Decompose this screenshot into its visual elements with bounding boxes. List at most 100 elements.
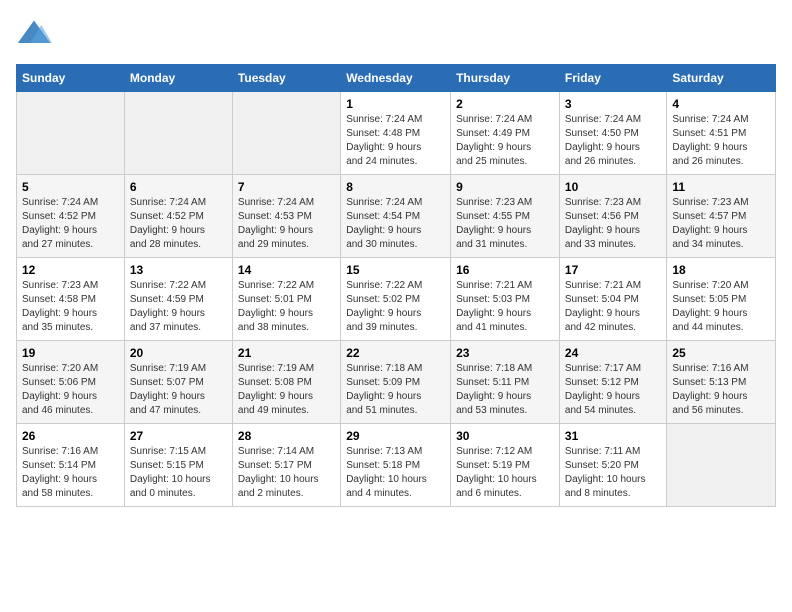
day-number: 15 — [346, 263, 445, 277]
day-number: 19 — [22, 346, 119, 360]
logo-icon — [16, 16, 52, 52]
days-header-row: SundayMondayTuesdayWednesdayThursdayFrid… — [17, 65, 776, 92]
day-number: 8 — [346, 180, 445, 194]
calendar-cell: 10 Sunrise: 7:23 AM Sunset: 4:56 PM Dayli… — [559, 175, 666, 258]
calendar-cell: 6Sunrise: 7:24 AM Sunset: 4:52 PM Daylig… — [124, 175, 232, 258]
calendar-cell: 20Sunrise: 7:19 AM Sunset: 5:07 PM Dayli… — [124, 341, 232, 424]
calendar-cell: 16Sunrise: 7:21 AM Sunset: 5:03 PM Dayli… — [451, 258, 560, 341]
day-info: Sunrise: 7:15 AM Sunset: 5:15 PM Dayligh… — [130, 445, 227, 501]
week-row-5: 26Sunrise: 7:16 AM Sunset: 5:14 PM Dayli… — [17, 424, 776, 507]
day-info: Sunrise: 7:21 AM Sunset: 5:04 PM Dayligh… — [565, 279, 661, 335]
day-info: Sunrise: 7:11 AM Sunset: 5:20 PM Dayligh… — [565, 445, 661, 501]
week-row-2: 5 Sunrise: 7:24 AM Sunset: 4:52 PM Daylig… — [17, 175, 776, 258]
day-number: 3 — [565, 97, 661, 111]
calendar-cell: 3 Sunrise: 7:24 AM Sunset: 4:50 PM Daylig… — [559, 92, 666, 175]
calendar-cell: 2 Sunrise: 7:24 AM Sunset: 4:49 PM Daylig… — [451, 92, 560, 175]
day-number: 2 — [456, 97, 554, 111]
calendar-cell: 4 Sunrise: 7:24 AM Sunset: 4:51 PM Daylig… — [667, 92, 776, 175]
day-number: 27 — [130, 429, 227, 443]
calendar-table: SundayMondayTuesdayWednesdayThursdayFrid… — [16, 64, 776, 507]
day-number: 10 — [565, 180, 661, 194]
day-number: 12 — [22, 263, 119, 277]
day-number: 23 — [456, 346, 554, 360]
day-info: Sunrise: 7:18 AM Sunset: 5:09 PM Dayligh… — [346, 362, 445, 418]
calendar-cell: 27 Sunrise: 7:15 AM Sunset: 5:15 PM Dayli… — [124, 424, 232, 507]
week-row-1: 1Sunrise: 7:24 AM Sunset: 4:48 PM Daylig… — [17, 92, 776, 175]
calendar-cell: 21Sunrise: 7:19 AM Sunset: 5:08 PM Dayli… — [232, 341, 340, 424]
day-info: Sunrise: 7:12 AM Sunset: 5:19 PM Dayligh… — [456, 445, 554, 501]
calendar-cell: 24Sunrise: 7:17 AM Sunset: 5:12 PM Dayli… — [559, 341, 666, 424]
calendar-cell — [17, 92, 125, 175]
day-info: Sunrise: 7:17 AM Sunset: 5:12 PM Dayligh… — [565, 362, 661, 418]
day-info: Sunrise: 7:13 AM Sunset: 5:18 PM Dayligh… — [346, 445, 445, 501]
day-info: Sunrise: 7:20 AM Sunset: 5:06 PM Dayligh… — [22, 362, 119, 418]
day-info: Sunrise: 7:23 AM Sunset: 4:58 PM Dayligh… — [22, 279, 119, 335]
day-number: 5 — [22, 180, 119, 194]
day-info: Sunrise: 7:24 AM Sunset: 4:53 PM Dayligh… — [238, 196, 335, 252]
calendar-cell: 25Sunrise: 7:16 AM Sunset: 5:13 PM Dayli… — [667, 341, 776, 424]
calendar-cell: 12 Sunrise: 7:23 AM Sunset: 4:58 PM Dayli… — [17, 258, 125, 341]
day-header-wednesday: Wednesday — [341, 65, 451, 92]
calendar-cell — [667, 424, 776, 507]
day-number: 1 — [346, 97, 445, 111]
calendar-cell: 18 Sunrise: 7:20 AM Sunset: 5:05 PM Dayli… — [667, 258, 776, 341]
page-header — [16, 16, 776, 52]
day-number: 30 — [456, 429, 554, 443]
day-info: Sunrise: 7:20 AM Sunset: 5:05 PM Dayligh… — [672, 279, 770, 335]
calendar-cell: 5 Sunrise: 7:24 AM Sunset: 4:52 PM Daylig… — [17, 175, 125, 258]
day-number: 25 — [672, 346, 770, 360]
day-info: Sunrise: 7:24 AM Sunset: 4:50 PM Dayligh… — [565, 113, 661, 169]
day-number: 21 — [238, 346, 335, 360]
calendar-cell: 8Sunrise: 7:24 AM Sunset: 4:54 PM Daylig… — [341, 175, 451, 258]
day-header-saturday: Saturday — [667, 65, 776, 92]
day-number: 31 — [565, 429, 661, 443]
day-info: Sunrise: 7:22 AM Sunset: 5:01 PM Dayligh… — [238, 279, 335, 335]
calendar-cell: 14Sunrise: 7:22 AM Sunset: 5:01 PM Dayli… — [232, 258, 340, 341]
calendar-cell: 1Sunrise: 7:24 AM Sunset: 4:48 PM Daylig… — [341, 92, 451, 175]
calendar-cell: 9 Sunrise: 7:23 AM Sunset: 4:55 PM Daylig… — [451, 175, 560, 258]
calendar-cell: 22 Sunrise: 7:18 AM Sunset: 5:09 PM Dayli… — [341, 341, 451, 424]
day-info: Sunrise: 7:22 AM Sunset: 5:02 PM Dayligh… — [346, 279, 445, 335]
calendar-cell — [232, 92, 340, 175]
day-number: 4 — [672, 97, 770, 111]
day-number: 7 — [238, 180, 335, 194]
day-info: Sunrise: 7:24 AM Sunset: 4:51 PM Dayligh… — [672, 113, 770, 169]
day-info: Sunrise: 7:21 AM Sunset: 5:03 PM Dayligh… — [456, 279, 554, 335]
calendar-cell: 23 Sunrise: 7:18 AM Sunset: 5:11 PM Dayli… — [451, 341, 560, 424]
calendar-cell: 31 Sunrise: 7:11 AM Sunset: 5:20 PM Dayli… — [559, 424, 666, 507]
day-number: 22 — [346, 346, 445, 360]
calendar-cell: 19 Sunrise: 7:20 AM Sunset: 5:06 PM Dayli… — [17, 341, 125, 424]
day-info: Sunrise: 7:18 AM Sunset: 5:11 PM Dayligh… — [456, 362, 554, 418]
calendar-cell: 13 Sunrise: 7:22 AM Sunset: 4:59 PM Dayli… — [124, 258, 232, 341]
day-header-tuesday: Tuesday — [232, 65, 340, 92]
calendar-cell: 30 Sunrise: 7:12 AM Sunset: 5:19 PM Dayli… — [451, 424, 560, 507]
day-info: Sunrise: 7:23 AM Sunset: 4:57 PM Dayligh… — [672, 196, 770, 252]
day-number: 18 — [672, 263, 770, 277]
day-header-thursday: Thursday — [451, 65, 560, 92]
calendar-cell: 26Sunrise: 7:16 AM Sunset: 5:14 PM Dayli… — [17, 424, 125, 507]
day-info: Sunrise: 7:23 AM Sunset: 4:55 PM Dayligh… — [456, 196, 554, 252]
day-number: 29 — [346, 429, 445, 443]
day-number: 11 — [672, 180, 770, 194]
day-info: Sunrise: 7:14 AM Sunset: 5:17 PM Dayligh… — [238, 445, 335, 501]
day-number: 17 — [565, 263, 661, 277]
day-number: 6 — [130, 180, 227, 194]
day-info: Sunrise: 7:23 AM Sunset: 4:56 PM Dayligh… — [565, 196, 661, 252]
day-header-monday: Monday — [124, 65, 232, 92]
calendar-cell: 11 Sunrise: 7:23 AM Sunset: 4:57 PM Dayli… — [667, 175, 776, 258]
day-number: 13 — [130, 263, 227, 277]
week-row-4: 19 Sunrise: 7:20 AM Sunset: 5:06 PM Dayli… — [17, 341, 776, 424]
calendar-cell: 28 Sunrise: 7:14 AM Sunset: 5:17 PM Dayli… — [232, 424, 340, 507]
day-header-friday: Friday — [559, 65, 666, 92]
day-number: 28 — [238, 429, 335, 443]
day-info: Sunrise: 7:24 AM Sunset: 4:49 PM Dayligh… — [456, 113, 554, 169]
day-info: Sunrise: 7:22 AM Sunset: 4:59 PM Dayligh… — [130, 279, 227, 335]
day-number: 20 — [130, 346, 227, 360]
day-info: Sunrise: 7:24 AM Sunset: 4:52 PM Dayligh… — [22, 196, 119, 252]
calendar-cell: 17 Sunrise: 7:21 AM Sunset: 5:04 PM Dayli… — [559, 258, 666, 341]
calendar-cell — [124, 92, 232, 175]
day-number: 9 — [456, 180, 554, 194]
week-row-3: 12 Sunrise: 7:23 AM Sunset: 4:58 PM Dayli… — [17, 258, 776, 341]
calendar-cell: 29 Sunrise: 7:13 AM Sunset: 5:18 PM Dayli… — [341, 424, 451, 507]
calendar-cell: 7 Sunrise: 7:24 AM Sunset: 4:53 PM Daylig… — [232, 175, 340, 258]
